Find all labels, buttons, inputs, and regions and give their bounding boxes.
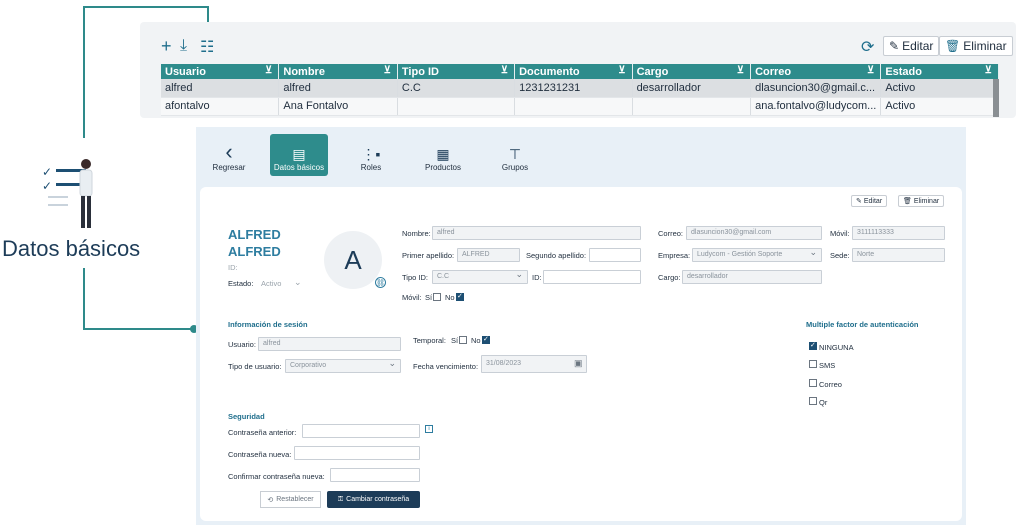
usuario-field[interactable]: alfred [258,337,401,351]
id-label: ID: [228,263,238,272]
link-icon[interactable]: ⛓ [375,277,386,288]
temporal-no-checkbox[interactable] [482,335,490,344]
columns-icon[interactable]: ☷ [200,37,214,57]
column-header-estado[interactable]: Estado ⊻ [880,64,999,79]
tab-productos[interactable]: ▦ Productos [414,134,472,176]
sede-field[interactable]: Norte [852,248,945,262]
tab-roles[interactable]: ⋮▪ Roles [342,134,400,176]
connector-line [83,268,85,330]
delete-button[interactable]: 🗑 Eliminar [939,36,1013,56]
calendar-icon[interactable]: ▣ [574,358,583,369]
pencil-icon: ✎ [889,39,900,53]
change-password-button[interactable]: ⚿ Cambiar contraseña [327,491,420,508]
section-callout-title: Datos básicos [2,236,141,261]
edit-button[interactable]: ✎ Editar [883,36,940,56]
mfa-sms-checkbox[interactable] [809,360,817,368]
user-name-line1: ALFRED [228,227,281,242]
tipo-usuario-select[interactable]: Corporativo [285,359,401,373]
temporal-si-checkbox[interactable] [459,336,467,344]
back-button[interactable]: ‹ Regresar [200,134,258,176]
new-password-field[interactable] [294,446,420,460]
security-section-title: Seguridad [228,412,265,421]
fecha-vencimiento-field[interactable]: 31/08/2023 [481,355,587,373]
table-row[interactable]: alfred alfred C.C 1231231231 desarrollad… [161,79,999,98]
scrollbar[interactable] [993,79,999,117]
user-name-line2: ALFRED [228,244,281,259]
avatar: A [324,231,382,289]
roles-icon: ⋮▪ [361,146,381,162]
estado-label: Estado: [228,279,254,288]
primer-apellido-field[interactable]: ALFRED [457,248,520,262]
trash-icon: 🗑 [903,198,912,205]
confirm-password-field[interactable] [330,468,420,482]
filter-icon[interactable]: ⊻ [867,65,874,76]
filter-icon[interactable]: ⊻ [501,65,508,76]
svg-text:✓: ✓ [42,179,52,193]
column-header-usuario[interactable]: Usuario ⊻ [161,64,280,79]
products-icon: ▦ [436,146,450,162]
column-header-cargo[interactable]: Cargo ⊻ [632,64,752,79]
mfa-ninguna-checkbox[interactable] [809,341,817,350]
nombre-field[interactable]: alfred [432,226,641,240]
tab-grupos[interactable]: ⊤ Grupos [486,134,544,176]
movil-si-checkbox[interactable] [433,293,441,301]
cargo-field[interactable]: desarrollador [682,270,822,284]
info-icon[interactable]: i [425,425,433,433]
correo-field[interactable]: dlasuncion30@gmail.com [686,226,822,240]
estado-select[interactable]: Activo [261,279,281,288]
filter-icon[interactable]: ⊻ [737,65,744,76]
connector-line [83,6,209,8]
connector-line [83,328,193,330]
groups-icon: ⊤ [508,146,522,162]
tipo-id-select[interactable]: C.C [432,270,528,284]
reset-button[interactable]: ⟲ Restablecer [260,491,321,508]
column-header-correo[interactable]: Correo ⊻ [750,64,882,79]
delete-button[interactable]: 🗑 Eliminar [898,195,945,207]
column-header-nombre[interactable]: Nombre ⊻ [278,64,398,79]
chevron-left-icon: ‹ [225,139,233,164]
column-header-documento[interactable]: Documento ⊻ [514,64,633,79]
filter-icon[interactable]: ⊻ [985,65,992,76]
pencil-icon: ✎ [856,198,862,205]
download-icon[interactable]: ⤓ [180,37,187,55]
plus-icon[interactable]: + [161,36,172,57]
refresh-icon[interactable]: ⟳ [861,37,874,57]
reset-icon: ⟲ [267,496,274,504]
person-board-icon: ▤ [292,146,306,162]
mfa-qr-checkbox[interactable] [809,397,817,405]
movil-field[interactable]: 3111113333 [852,226,945,240]
column-header-tipo-id[interactable]: Tipo ID ⊻ [397,64,516,79]
person-checklist-illustration: ✓ ✓ [42,159,93,228]
users-table: Usuario ⊻ Nombre ⊻ Tipo ID ⊻ Documento ⊻ Car… [161,64,999,116]
empresa-select[interactable]: Ludycom - Gestión Soporte [692,248,822,262]
session-section-title: Información de sesión [228,320,308,329]
movil-no-checkbox[interactable] [456,292,464,301]
mfa-section-title: Multiple factor de autenticación [806,320,919,329]
chevron-down-icon[interactable]: ⌄ [294,277,302,288]
id-field[interactable] [543,270,641,284]
tab-datos-basicos[interactable]: ▤ Datos básicos [270,134,328,176]
table-row[interactable]: afontalvo Ana Fontalvo ana.fontalvo@ludy… [161,97,999,116]
segundo-apellido-field[interactable] [589,248,641,262]
key-icon: ⚿ [337,495,344,503]
filter-icon[interactable]: ⊻ [265,65,272,76]
trash-icon: 🗑 [945,39,961,53]
filter-icon[interactable]: ⊻ [384,65,391,76]
svg-text:✓: ✓ [42,165,52,179]
connector-line [83,6,85,138]
old-password-field[interactable] [302,424,420,438]
edit-button[interactable]: ✎ Editar [851,195,888,207]
mfa-correo-checkbox[interactable] [809,379,817,387]
filter-icon[interactable]: ⊻ [618,65,625,76]
